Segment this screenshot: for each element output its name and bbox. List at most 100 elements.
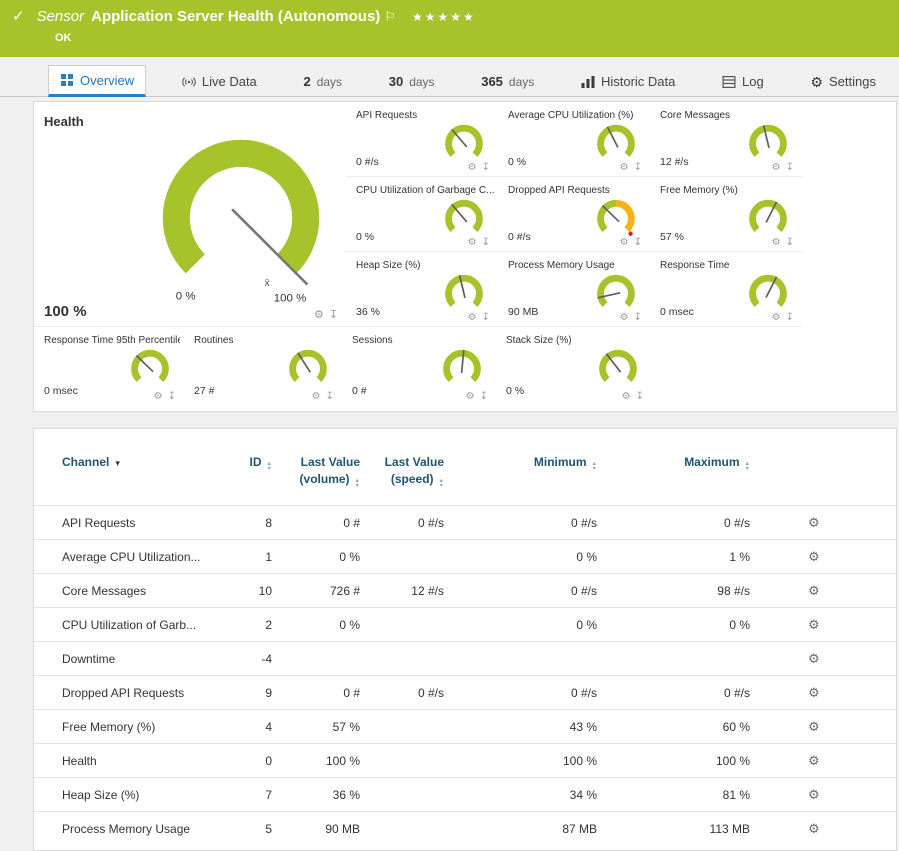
gauge-pin-icon[interactable]: ↧ bbox=[482, 162, 490, 173]
col-header-id[interactable]: ID▲▼ bbox=[212, 455, 272, 506]
table-row: Heap Size (%) 7 36 % 34 % 81 % ⚙ bbox=[34, 778, 896, 812]
tab-30-days[interactable]: 30 days bbox=[378, 67, 446, 96]
gauge-cell-heap-size: Heap Size (%) 36 % ⚙↧ bbox=[346, 252, 498, 327]
gauge-settings-icon[interactable]: ⚙ bbox=[312, 391, 321, 402]
gauge-settings-icon[interactable]: ⚙ bbox=[466, 391, 475, 402]
gauge-cell-dropped-api-requests: Dropped API Requests 0 #/s ⚙↧ bbox=[498, 177, 650, 252]
col-header-minimum[interactable]: Minimum▲▼ bbox=[444, 455, 597, 506]
gauge-value: 36 % bbox=[356, 306, 380, 318]
priority-stars[interactable]: ★★★★★ bbox=[412, 10, 476, 24]
gauge-cell-sessions: Sessions 0 # ⚙↧ bbox=[342, 327, 496, 405]
cell-minimum: 100 % bbox=[444, 744, 597, 778]
gauge-pin-icon[interactable]: ↧ bbox=[168, 391, 176, 402]
cell-last-value-volume: 0 # bbox=[272, 506, 360, 540]
gauge-dial bbox=[126, 343, 174, 391]
gauge-settings-icon[interactable]: ⚙ bbox=[468, 237, 477, 248]
tab-label: days bbox=[317, 75, 342, 89]
tab-log[interactable]: Log bbox=[711, 67, 775, 96]
sort-icon: ▲▼ bbox=[267, 462, 272, 472]
col-header-last-value-volume[interactable]: Last Value(volume)▲▼ bbox=[272, 455, 360, 506]
cell-id: 7 bbox=[212, 778, 272, 812]
cell-id: 5 bbox=[212, 812, 272, 846]
gauge-settings-icon[interactable]: ⚙ bbox=[620, 237, 629, 248]
tab-number: 2 bbox=[303, 74, 310, 89]
sort-icon: ▲▼ bbox=[592, 462, 597, 472]
historic-data-icon bbox=[581, 76, 595, 88]
gauges-panel: Health 0 % x̄ 100 % 100 % ⚙ ↧ API Reques… bbox=[33, 101, 897, 412]
cell-id: 10 bbox=[212, 574, 272, 608]
gauge-settings-icon[interactable]: ⚙ bbox=[620, 162, 629, 173]
gauge-pin-icon[interactable]: ↧ bbox=[786, 312, 794, 323]
tab-365-days[interactable]: 365 days bbox=[470, 67, 545, 96]
gauge-value: 0 % bbox=[508, 156, 526, 168]
cell-maximum: 98 #/s bbox=[597, 574, 750, 608]
gauge-settings-icon[interactable]: ⚙ bbox=[772, 162, 781, 173]
gauge-pin-icon[interactable]: ↧ bbox=[326, 391, 334, 402]
overview-icon bbox=[60, 74, 74, 86]
table-header-row: Channel▾ ID▲▼ Last Value(volume)▲▼ Last … bbox=[34, 455, 896, 506]
gauge-pin-icon[interactable]: ↧ bbox=[480, 391, 488, 402]
gauge-settings-icon[interactable]: ⚙ bbox=[468, 312, 477, 323]
cell-id: 0 bbox=[212, 744, 272, 778]
channel-settings-icon[interactable]: ⚙ bbox=[808, 549, 820, 564]
gauge-cell-api-requests: API Requests 0 #/s ⚙↧ bbox=[346, 102, 498, 177]
gauge-pin-icon[interactable]: ↧ bbox=[786, 237, 794, 248]
channel-settings-icon[interactable]: ⚙ bbox=[808, 515, 820, 530]
flag-icon[interactable]: ⚐ bbox=[384, 9, 396, 25]
gauge-dial bbox=[744, 268, 792, 316]
col-header-channel[interactable]: Channel▾ bbox=[34, 455, 212, 506]
channel-settings-icon[interactable]: ⚙ bbox=[808, 651, 820, 666]
gauge-dial bbox=[440, 268, 488, 316]
gauge-settings-icon[interactable]: ⚙ bbox=[622, 391, 631, 402]
gauge-pin-icon[interactable]: ↧ bbox=[634, 312, 642, 323]
cell-id: 2 bbox=[212, 608, 272, 642]
channel-settings-icon[interactable]: ⚙ bbox=[808, 685, 820, 700]
page-title: Application Server Health (Autonomous) bbox=[91, 8, 380, 25]
gauge-dial-warning bbox=[592, 193, 640, 241]
channel-settings-icon[interactable]: ⚙ bbox=[808, 583, 820, 598]
cell-last-value-speed bbox=[360, 642, 444, 676]
cell-last-value-speed: 0 #/s bbox=[360, 506, 444, 540]
settings-gear-icon: ⚙ bbox=[810, 75, 823, 89]
col-header-last-value-speed[interactable]: Last Value(speed)▲▼ bbox=[360, 455, 444, 506]
cell-maximum bbox=[597, 642, 750, 676]
tab-label: days bbox=[409, 75, 434, 89]
tab-overview[interactable]: Overview bbox=[48, 65, 146, 97]
gauge-value: 0 # bbox=[352, 385, 367, 397]
gauge-settings-icon[interactable]: ⚙ bbox=[620, 312, 629, 323]
gauge-pin-icon[interactable]: ↧ bbox=[636, 391, 644, 402]
gauge-settings-icon[interactable]: ⚙ bbox=[468, 162, 477, 173]
tab-2-days[interactable]: 2 days bbox=[292, 67, 353, 96]
gauge-pin-icon[interactable]: ↧ bbox=[482, 312, 490, 323]
gauge-pin-icon[interactable]: ↧ bbox=[786, 162, 794, 173]
cell-last-value-speed bbox=[360, 744, 444, 778]
tab-settings[interactable]: ⚙ Settings bbox=[799, 67, 887, 96]
gauge-pin-icon[interactable]: ↧ bbox=[329, 308, 338, 321]
gauge-cell-routines: Routines 27 # ⚙↧ bbox=[184, 327, 342, 405]
col-header-maximum[interactable]: Maximum▲▼ bbox=[597, 455, 750, 506]
table-row: Dropped API Requests 9 0 # 0 #/s 0 #/s 0… bbox=[34, 676, 896, 710]
channel-settings-icon[interactable]: ⚙ bbox=[808, 617, 820, 632]
cell-id: 4 bbox=[212, 710, 272, 744]
channel-settings-icon[interactable]: ⚙ bbox=[808, 821, 820, 836]
channel-settings-icon[interactable]: ⚙ bbox=[808, 753, 820, 768]
gauge-pin-icon[interactable]: ↧ bbox=[482, 237, 490, 248]
error-limit-marker bbox=[628, 231, 633, 236]
channel-settings-icon[interactable]: ⚙ bbox=[808, 719, 820, 734]
gauge-pin-icon[interactable]: ↧ bbox=[634, 162, 642, 173]
gauge-dial bbox=[594, 343, 642, 391]
gauge-settings-icon[interactable]: ⚙ bbox=[314, 308, 324, 321]
gauge-value: 0 msec bbox=[660, 306, 694, 318]
tab-live-data[interactable]: Live Data bbox=[171, 67, 268, 96]
sensor-status-badge: OK bbox=[55, 32, 899, 44]
panel-title: Health bbox=[44, 114, 84, 129]
cell-minimum: 34 % bbox=[444, 778, 597, 812]
tab-historic-data[interactable]: Historic Data bbox=[570, 67, 686, 96]
table-row: Free Memory (%) 4 57 % 43 % 60 % ⚙ bbox=[34, 710, 896, 744]
cell-minimum bbox=[444, 642, 597, 676]
gauge-pin-icon[interactable]: ↧ bbox=[634, 237, 642, 248]
gauge-settings-icon[interactable]: ⚙ bbox=[154, 391, 163, 402]
gauge-settings-icon[interactable]: ⚙ bbox=[772, 312, 781, 323]
gauge-settings-icon[interactable]: ⚙ bbox=[772, 237, 781, 248]
channel-settings-icon[interactable]: ⚙ bbox=[808, 787, 820, 802]
